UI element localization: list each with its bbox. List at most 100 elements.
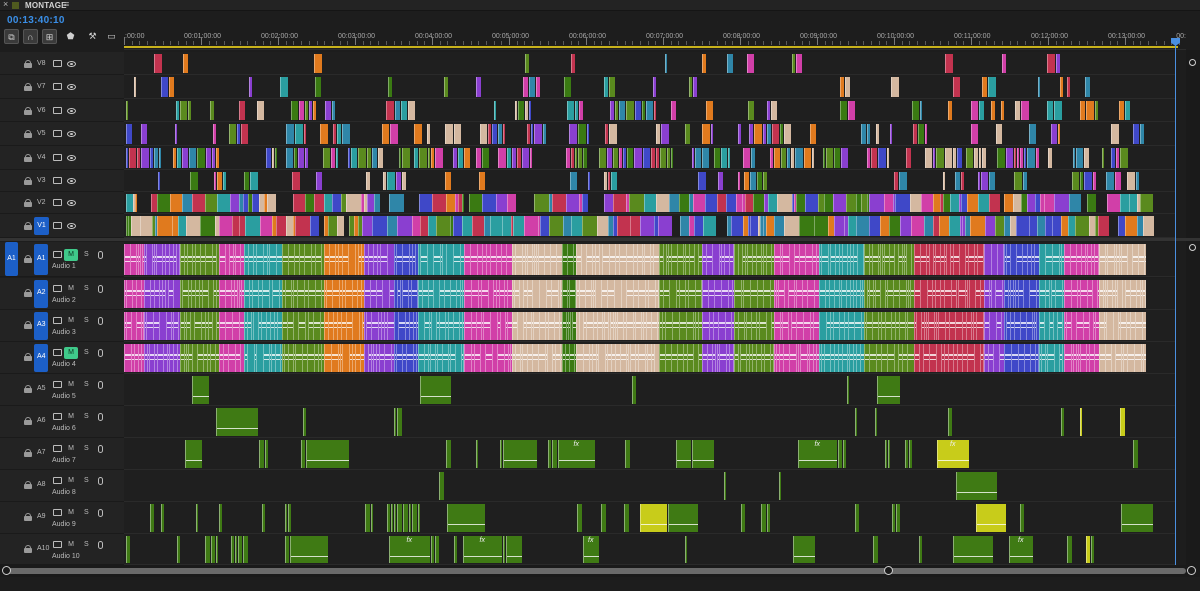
video-clip[interactable] [223, 172, 226, 190]
video-clip[interactable] [695, 148, 701, 168]
video-clip[interactable] [1023, 172, 1027, 190]
video-clip[interactable] [953, 148, 956, 168]
audio-clip[interactable] [238, 536, 242, 563]
audio-clip[interactable] [420, 244, 427, 275]
video-clip[interactable] [386, 101, 394, 120]
audio-clip[interactable] [1052, 244, 1059, 275]
video-scroll-top-handle[interactable] [1189, 59, 1196, 66]
solo-button[interactable]: S [84, 251, 89, 258]
video-clip[interactable] [979, 148, 981, 168]
lock-icon[interactable] [24, 154, 32, 162]
audio-clip[interactable] [398, 312, 405, 340]
video-track-lane-v4[interactable] [124, 146, 1176, 170]
audio-clip[interactable] [907, 344, 914, 372]
video-clip[interactable] [1027, 194, 1035, 212]
audio-clip[interactable] [159, 312, 166, 340]
audio-clip[interactable] [332, 280, 339, 308]
voice-over-mic-icon[interactable] [98, 540, 103, 549]
audio-clip[interactable] [956, 472, 997, 500]
video-clip[interactable] [795, 148, 803, 168]
video-clip[interactable] [488, 124, 491, 144]
video-clip[interactable] [186, 216, 200, 236]
video-clip[interactable] [241, 124, 248, 144]
audio-clip[interactable] [714, 280, 721, 308]
audio-clip[interactable] [669, 280, 676, 308]
video-clip[interactable] [777, 194, 792, 212]
video-clip[interactable] [419, 194, 432, 212]
video-track-lane-v3[interactable] [124, 170, 1176, 192]
video-track-header-v7[interactable]: V7 [0, 75, 124, 99]
video-clip[interactable] [878, 148, 886, 168]
audio-clip[interactable]: fx [798, 440, 837, 468]
video-clip[interactable] [332, 194, 341, 212]
audio-clip[interactable] [838, 440, 842, 468]
video-clip[interactable] [387, 216, 397, 236]
audio-clip[interactable] [352, 312, 359, 340]
video-clip[interactable] [527, 124, 530, 144]
audio-clip[interactable] [796, 312, 803, 340]
video-clip[interactable] [230, 194, 239, 212]
audio-clip[interactable] [763, 280, 770, 308]
audio-clip[interactable] [919, 536, 922, 563]
video-clip[interactable] [671, 148, 673, 168]
video-track-lane-v7[interactable] [124, 75, 1176, 99]
video-clip[interactable] [217, 172, 222, 190]
video-clip[interactable] [1020, 148, 1023, 168]
video-clip[interactable] [876, 124, 879, 144]
audio-clip[interactable] [435, 536, 439, 563]
video-clip[interactable] [570, 172, 577, 190]
audio-clip[interactable] [892, 504, 895, 532]
audio-track-header-a9[interactable]: A9 M S Audio 9 [0, 502, 124, 534]
video-clip[interactable] [126, 194, 133, 212]
video-track-lane-v2[interactable] [124, 192, 1176, 214]
video-clip[interactable] [575, 148, 577, 168]
audio-clip[interactable] [431, 536, 434, 563]
video-clip[interactable] [216, 148, 219, 168]
audio-clip[interactable] [877, 376, 900, 404]
video-clip[interactable] [924, 216, 933, 236]
video-clip[interactable] [383, 172, 386, 190]
video-clip[interactable] [727, 54, 733, 73]
audio-track-lane-a4[interactable] [124, 342, 1176, 374]
video-clip[interactable] [512, 148, 516, 168]
audio-clip[interactable] [803, 312, 810, 340]
video-clip[interactable] [299, 101, 304, 120]
video-clip[interactable] [900, 216, 911, 236]
lock-icon[interactable] [24, 289, 32, 297]
video-clip[interactable] [840, 101, 847, 120]
video-clip[interactable] [337, 216, 344, 236]
lock-icon[interactable] [24, 130, 32, 138]
audio-clip[interactable] [146, 312, 153, 340]
video-clip[interactable] [323, 148, 330, 168]
video-clip[interactable] [743, 148, 750, 168]
eye-icon[interactable] [67, 107, 76, 114]
audio-clip[interactable] [944, 280, 951, 308]
audio-clip[interactable] [638, 344, 645, 372]
video-clip[interactable] [401, 101, 407, 120]
video-clip[interactable] [402, 148, 410, 168]
video-clip[interactable] [763, 124, 766, 144]
video-clip[interactable] [997, 148, 1005, 168]
video-clip[interactable] [1004, 194, 1013, 212]
video-clip[interactable] [305, 194, 314, 212]
video-clip[interactable] [604, 194, 613, 212]
mute-button[interactable]: M [64, 507, 78, 519]
audio-clip[interactable] [290, 536, 328, 563]
video-clip[interactable] [665, 54, 667, 73]
video-clip[interactable] [771, 101, 777, 120]
video-clip[interactable] [660, 148, 666, 168]
video-clip[interactable] [767, 124, 771, 144]
eye-icon[interactable] [67, 84, 76, 90]
video-clip[interactable] [918, 124, 924, 144]
audio-clip[interactable] [161, 504, 164, 532]
video-clip[interactable] [640, 216, 654, 236]
audio-clip[interactable] [712, 244, 719, 275]
video-clip[interactable] [738, 124, 741, 144]
video-clip[interactable] [1002, 54, 1006, 73]
sync-lock-icon[interactable] [53, 83, 62, 90]
audio-clip[interactable] [1145, 280, 1146, 308]
audio-clip[interactable] [888, 440, 890, 468]
audio-clip[interactable] [672, 312, 679, 340]
video-clip[interactable] [810, 124, 816, 144]
audio-clip[interactable] [686, 312, 693, 340]
